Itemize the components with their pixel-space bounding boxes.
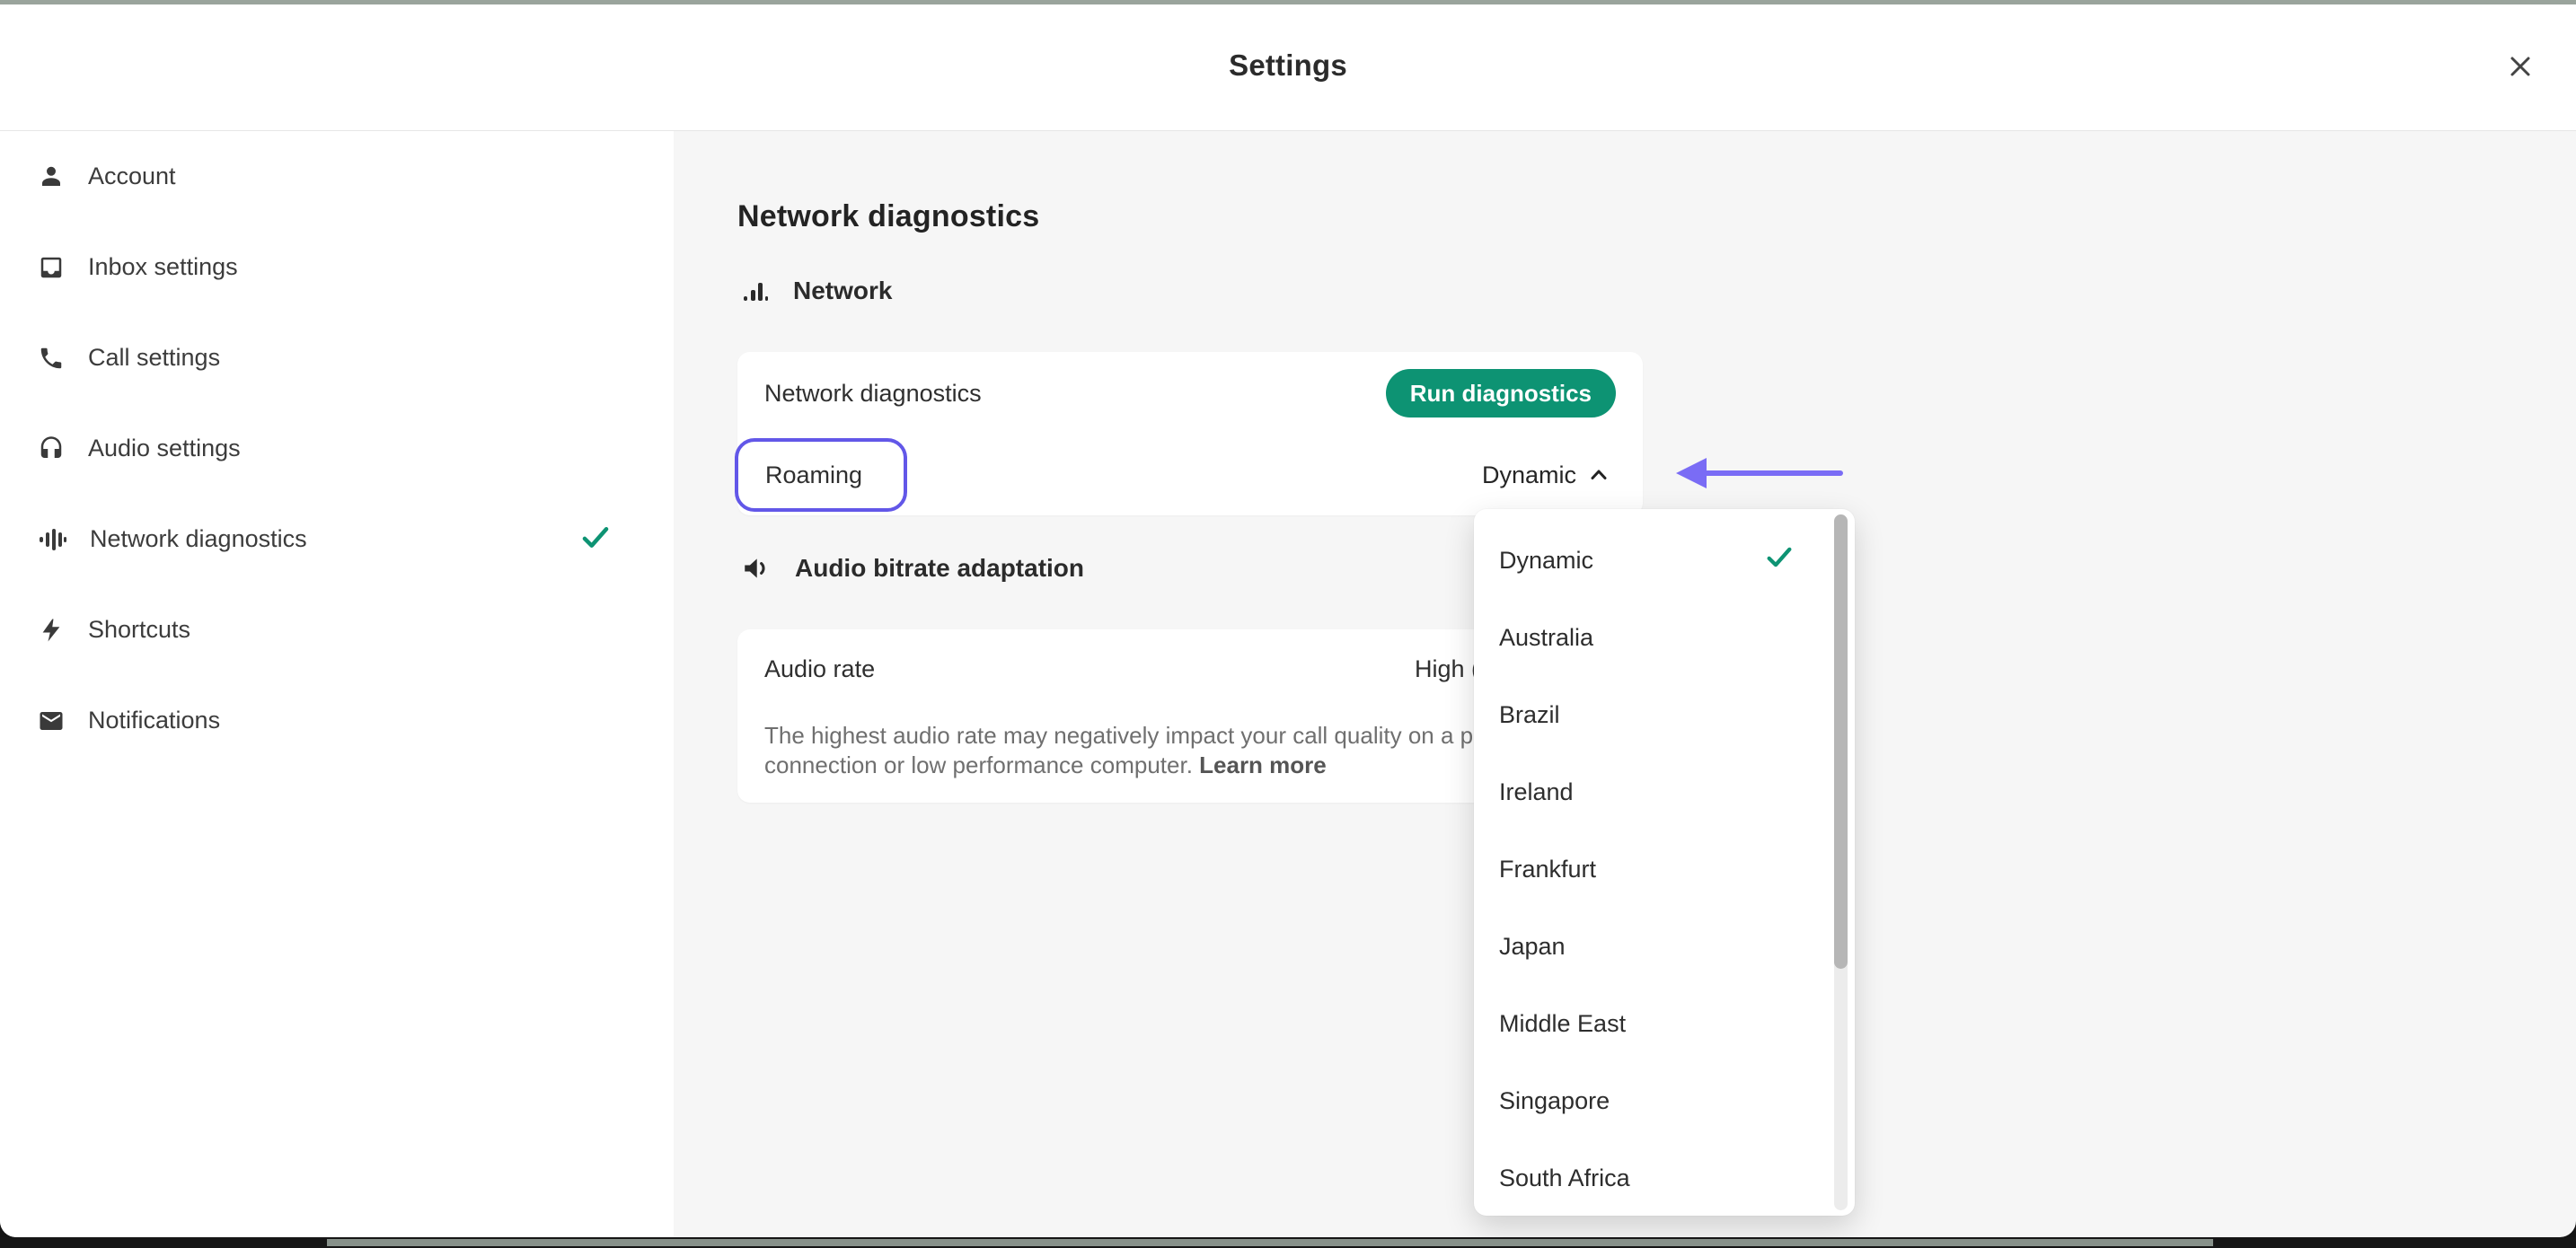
dropdown-scrollbar-thumb[interactable] [1834,514,1848,969]
dropdown-item-middle-east[interactable]: Middle East [1474,985,1855,1062]
roaming-label: Roaming [765,461,862,489]
annotation-arrow-icon [1676,457,1847,489]
dropdown-item-south-africa[interactable]: South Africa [1474,1139,1855,1216]
audio-rate-label: Audio rate [764,655,875,683]
waveform-icon [38,525,66,554]
network-diagnostics-card: Network diagnostics Run diagnostics Roam… [737,352,1643,515]
background-window-edge [0,0,2576,4]
dropdown-item-dynamic[interactable]: Dynamic [1474,522,1855,599]
sidebar-item-label: Notifications [88,707,220,734]
sidebar-item-account[interactable]: Account [0,131,674,222]
envelope-icon [38,707,65,734]
roaming-dropdown-menu: Dynamic Australia Brazil Ireland Frankfu… [1474,509,1855,1216]
settings-sidebar: Account Inbox settings Call settings Aud… [0,131,674,1237]
network-diagnostics-row: Network diagnostics Run diagnostics [764,352,1616,435]
learn-more-link[interactable]: Learn more [1199,751,1327,778]
sidebar-item-label: Account [88,163,176,190]
chevron-up-icon [1587,463,1610,487]
network-section-header: Network [741,277,892,305]
dropdown-item-japan[interactable]: Japan [1474,908,1855,985]
selected-check-icon [1765,543,1794,578]
settings-modal: Settings Account Inbox settings [0,0,2576,1237]
roaming-row: Roaming Dynamic [764,435,1616,515]
desktop-bottom-strip [0,1237,2576,1248]
sidebar-item-notifications[interactable]: Notifications [0,675,674,766]
headset-icon [38,435,65,462]
phone-icon [38,345,65,372]
section-title: Network [793,277,892,305]
sidebar-item-label: Network diagnostics [90,525,307,553]
settings-main-panel: Network diagnostics Network Network diag… [674,131,2576,1237]
roaming-highlight-box: Roaming [735,438,907,512]
audio-rate-value[interactable]: High ( [1415,629,1479,708]
audio-section-header: Audio bitrate adaptation [741,553,1084,584]
sidebar-item-call-settings[interactable]: Call settings [0,312,674,403]
dropdown-item-brazil[interactable]: Brazil [1474,676,1855,753]
section-complete-check-icon [580,522,611,557]
sidebar-item-shortcuts[interactable]: Shortcuts [0,584,674,675]
dropdown-item-singapore[interactable]: Singapore [1474,1062,1855,1139]
run-diagnostics-button[interactable]: Run diagnostics [1386,369,1616,417]
sidebar-item-label: Inbox settings [88,253,238,281]
sidebar-item-label: Shortcuts [88,616,190,644]
dropdown-item-frankfurt[interactable]: Frankfurt [1474,831,1855,908]
person-icon [38,163,65,190]
roaming-selected-value: Dynamic [1482,461,1576,489]
page-heading: Network diagnostics [737,199,1039,234]
section-title: Audio bitrate adaptation [795,554,1084,583]
dropdown-item-ireland[interactable]: Ireland [1474,753,1855,831]
sidebar-item-label: Audio settings [88,435,241,462]
close-icon [2505,51,2536,82]
desktop-bottom-strip-segment [327,1239,2213,1246]
sidebar-item-label: Call settings [88,344,220,372]
sidebar-item-network-diagnostics[interactable]: Network diagnostics [0,494,674,584]
lightning-icon [38,617,65,644]
sidebar-item-inbox-settings[interactable]: Inbox settings [0,222,674,312]
modal-header: Settings [0,0,2576,131]
network-diagnostics-label: Network diagnostics [764,380,982,408]
signal-bars-icon [741,277,770,305]
page-title: Settings [0,0,2576,131]
roaming-select-trigger[interactable]: Dynamic [1482,461,1610,489]
speaker-icon [741,553,772,584]
inbox-icon [38,254,65,281]
dropdown-item-australia[interactable]: Australia [1474,599,1855,676]
close-button[interactable] [2504,50,2536,83]
sidebar-item-audio-settings[interactable]: Audio settings [0,403,674,494]
